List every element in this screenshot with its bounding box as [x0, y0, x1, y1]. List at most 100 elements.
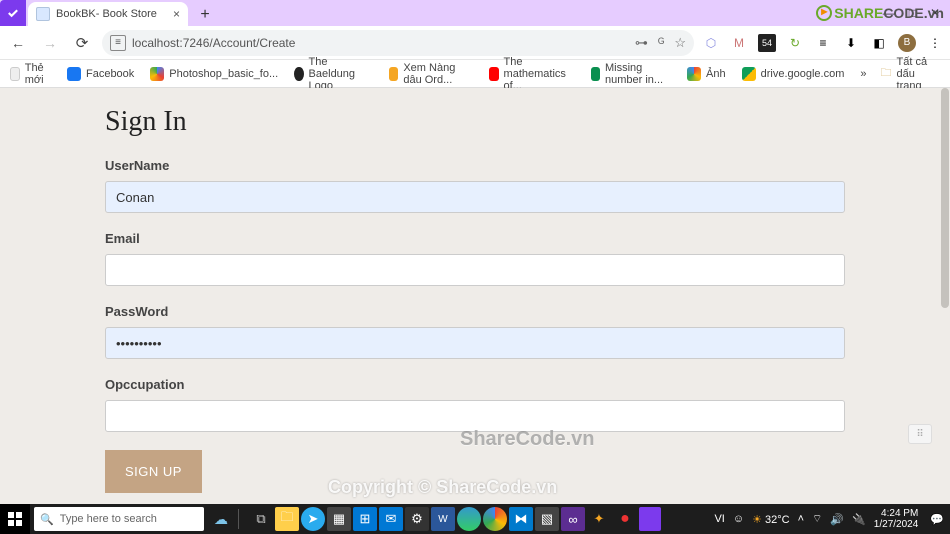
- record-icon[interactable]: ●: [613, 507, 637, 531]
- bookmark-label: Photoshop_basic_fo...: [169, 68, 278, 80]
- sidepanel-icon[interactable]: ◧: [870, 34, 888, 52]
- telegram-icon[interactable]: ➤: [301, 507, 325, 531]
- bookmark-item[interactable]: Photoshop_basic_fo...: [150, 67, 278, 81]
- bookmark-label: Facebook: [86, 68, 134, 80]
- ext-list-icon[interactable]: ≡: [814, 34, 832, 52]
- edge-icon[interactable]: [457, 507, 481, 531]
- site-info-icon[interactable]: ≡: [110, 35, 126, 51]
- translate-icon[interactable]: ᴳ: [658, 35, 664, 50]
- bookmark-label: Thẻ mới: [25, 62, 51, 86]
- lang-indicator[interactable]: VI: [714, 513, 724, 525]
- sharecode-text1: SHARE: [834, 5, 883, 21]
- browser-tab[interactable]: BookBK- Book Store ×: [28, 2, 188, 26]
- sharecode-watermark-logo: SHARECODE.vn: [816, 2, 944, 21]
- profile-avatar[interactable]: B: [898, 34, 916, 52]
- divider: [238, 509, 239, 529]
- bookmark-item[interactable]: drive.google.com: [742, 67, 845, 81]
- download-icon[interactable]: ⬇: [842, 34, 860, 52]
- menu-dots-icon[interactable]: ⋮: [926, 34, 944, 52]
- tab-title: BookBK- Book Store: [56, 8, 157, 20]
- email-label: Email: [105, 231, 845, 246]
- app-icon[interactable]: ⊞: [353, 507, 377, 531]
- bookmark-star-icon[interactable]: ☆: [674, 35, 686, 51]
- explorer-icon[interactable]: 🗀: [275, 507, 299, 531]
- bookmark-label: Ảnh: [706, 68, 726, 80]
- form-group-password: PassWord: [105, 304, 845, 359]
- floating-panel[interactable]: ⠿: [908, 424, 932, 444]
- ime-icon[interactable]: ☺: [733, 513, 744, 525]
- bookmark-item[interactable]: The mathematics of...: [489, 56, 574, 92]
- bookmark-item[interactable]: The Baeldung Logo: [294, 56, 373, 92]
- bookmark-item[interactable]: Missing number in...: [591, 62, 671, 86]
- folder-icon: 🗀: [881, 64, 892, 83]
- url-box[interactable]: ≡ localhost:7246/Account/Create ⊶ ᴳ ☆: [102, 30, 694, 56]
- taskview-icon[interactable]: ⧉: [249, 507, 273, 531]
- password-input[interactable]: [105, 327, 845, 359]
- ext-shield-icon[interactable]: ⬡: [702, 34, 720, 52]
- url-actions: ⊶ ᴳ ☆: [635, 35, 686, 51]
- all-bookmarks[interactable]: 🗀 Tất cả dấu trang: [881, 56, 940, 92]
- temp-text: 32°C: [765, 514, 790, 526]
- scrollbar-thumb[interactable]: [941, 88, 949, 308]
- bookmark-label: The Baeldung Logo: [309, 56, 373, 92]
- app-icon[interactable]: ▧: [535, 507, 559, 531]
- reload-button[interactable]: ⟳: [70, 31, 94, 55]
- battery-icon[interactable]: 🔌: [852, 513, 866, 526]
- bookmark-item[interactable]: Ảnh: [687, 67, 726, 81]
- bookmark-label: Xem Nàng dâu Ord...: [403, 62, 473, 86]
- app-icon[interactable]: ▦: [327, 507, 351, 531]
- weather-cloud-icon[interactable]: ☁: [208, 511, 234, 528]
- new-tab-button[interactable]: +: [194, 4, 216, 26]
- visualstudio-icon[interactable]: ∞: [561, 507, 585, 531]
- watermark-text: ShareCode.vn: [460, 428, 594, 451]
- bookmarks-bar: Thẻ mới Facebook Photoshop_basic_fo... T…: [0, 60, 950, 88]
- ext-counter-icon[interactable]: 54: [758, 34, 776, 52]
- form-group-email: Email: [105, 231, 845, 286]
- app-icon[interactable]: ⚙: [405, 507, 429, 531]
- system-tray: VI ☺ ☀ 32°C ˄ ⌔ 🔊 🔌 4:24 PM 1/27/2024 💬: [708, 508, 950, 530]
- browser-titlebar: BookBK- Book Store × + — □ ✕: [0, 0, 950, 26]
- back-button[interactable]: ←: [6, 31, 30, 55]
- clock[interactable]: 4:24 PM 1/27/2024: [874, 508, 923, 530]
- form-group-username: UserName: [105, 158, 845, 213]
- ext-m-icon[interactable]: M: [730, 34, 748, 52]
- start-button[interactable]: [0, 504, 30, 534]
- watermark-copyright: Copyright © ShareCode.vn: [328, 477, 557, 498]
- bookmark-label: drive.google.com: [761, 68, 845, 80]
- bookmark-item[interactable]: Thẻ mới: [10, 62, 51, 86]
- mail-icon[interactable]: ✉: [379, 507, 403, 531]
- ext-refresh-icon[interactable]: ↻: [786, 34, 804, 52]
- username-input[interactable]: [105, 181, 845, 213]
- date-text: 1/27/2024: [874, 519, 919, 530]
- browser-app-icon[interactable]: [0, 0, 26, 26]
- bookmark-item[interactable]: Facebook: [67, 67, 134, 81]
- email-input[interactable]: [105, 254, 845, 286]
- tray-expand-icon[interactable]: ˄: [798, 513, 804, 525]
- wifi-icon[interactable]: ⌔: [812, 512, 822, 526]
- app-icon[interactable]: [639, 507, 661, 531]
- tab-close-icon[interactable]: ×: [173, 7, 180, 21]
- bookmark-label: The mathematics of...: [504, 56, 575, 92]
- word-icon[interactable]: W: [431, 507, 455, 531]
- page-title: Sign In: [105, 106, 845, 138]
- windows-taskbar: 🔍 Type here to search ☁ ⧉ 🗀 ➤ ▦ ⊞ ✉ ⚙ W …: [0, 504, 950, 534]
- bookmark-label: Tất cả dấu trang: [897, 56, 940, 92]
- password-key-icon[interactable]: ⊶: [635, 35, 648, 51]
- bookmarks-overflow[interactable]: »: [860, 68, 866, 80]
- forward-button[interactable]: →: [38, 31, 62, 55]
- weather-widget[interactable]: ☀ 32°C: [752, 513, 790, 526]
- app-icon[interactable]: ✦: [587, 507, 611, 531]
- time-text: 4:24 PM: [874, 508, 919, 519]
- taskbar-search[interactable]: 🔍 Type here to search: [34, 507, 204, 531]
- notifications-icon[interactable]: 💬: [930, 513, 944, 526]
- signup-button[interactable]: SIGN UP: [105, 450, 202, 493]
- occupation-label: Opccupation: [105, 377, 845, 392]
- vscode-icon[interactable]: ⧓: [509, 507, 533, 531]
- chrome-icon[interactable]: [483, 507, 507, 531]
- username-label: UserName: [105, 158, 845, 173]
- taskbar-apps: ⧉ 🗀 ➤ ▦ ⊞ ✉ ⚙ W ⧓ ▧ ∞ ✦ ●: [249, 507, 661, 531]
- search-placeholder: Type here to search: [60, 513, 157, 525]
- sharecode-text2: CODE.vn: [883, 5, 944, 21]
- volume-icon[interactable]: 🔊: [830, 513, 844, 526]
- bookmark-item[interactable]: Xem Nàng dâu Ord...: [389, 62, 473, 86]
